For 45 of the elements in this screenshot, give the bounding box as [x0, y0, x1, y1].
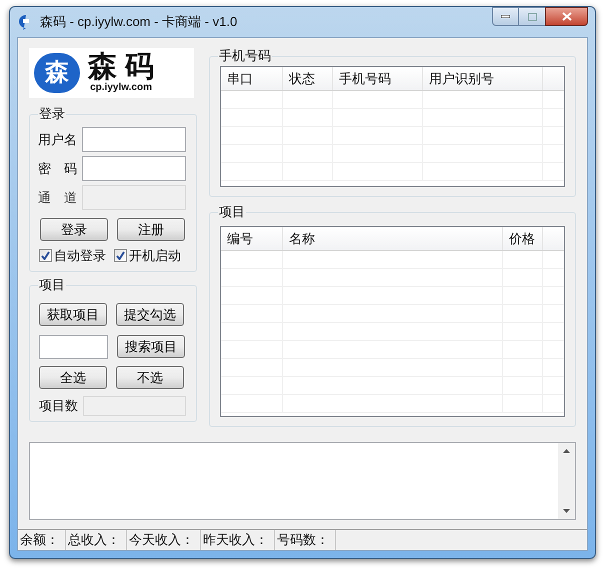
- push-button[interactable]: 注册: [117, 218, 185, 241]
- scroll-up-icon: [563, 449, 570, 453]
- field-label: 密 码: [38, 160, 78, 178]
- minimize-button[interactable]: [492, 7, 519, 26]
- column-header[interactable]: 手机号码: [333, 67, 423, 90]
- check-icon: [116, 251, 125, 260]
- status-field: 号码数：: [275, 530, 336, 550]
- field-label: 通 道: [38, 188, 78, 207]
- status-field: 余额：: [18, 530, 66, 550]
- push-button[interactable]: 提交勾选: [116, 303, 184, 326]
- status-field: 今天收入：: [127, 530, 201, 550]
- window-title: 森码 - cp.iyylw.com - 卡商端 - v1.0: [40, 13, 238, 32]
- scroll-down-icon: [563, 509, 570, 513]
- close-button[interactable]: [545, 7, 588, 26]
- column-header[interactable]: 价格: [503, 227, 543, 250]
- field-label: 用户名: [38, 130, 78, 149]
- push-button[interactable]: 搜索项目: [117, 335, 185, 358]
- check-icon: [41, 251, 50, 260]
- push-button[interactable]: 登录: [40, 218, 108, 241]
- logo-badge: 森: [34, 53, 80, 93]
- group-title: 登录: [38, 106, 66, 122]
- push-button[interactable]: 获取项目: [39, 303, 107, 326]
- column-header[interactable]: 编号: [221, 227, 283, 250]
- field-label: 项目数: [39, 397, 79, 416]
- column-header[interactable]: 用户识别号: [423, 67, 543, 90]
- checkbox[interactable]: 自动登录: [39, 246, 106, 266]
- close-icon: [562, 12, 572, 21]
- input-field[interactable]: [82, 156, 186, 181]
- group-title: 项目: [38, 277, 66, 293]
- checkbox[interactable]: 开机启动: [114, 246, 181, 266]
- logo-url: cp.iyylw.com: [90, 82, 152, 94]
- minimize-icon: [501, 15, 510, 18]
- column-header[interactable]: 名称: [283, 227, 503, 250]
- group-title: 手机号码: [218, 48, 272, 64]
- column-header[interactable]: 串口: [221, 67, 283, 90]
- input-field[interactable]: [82, 127, 186, 152]
- push-button[interactable]: 不选: [116, 366, 184, 389]
- group-title: 项目: [218, 204, 246, 220]
- status-field: 总收入：: [66, 530, 127, 550]
- logo-name: 森 码: [88, 52, 154, 82]
- status-field: 昨天收入：: [201, 530, 275, 550]
- search-field[interactable]: [39, 335, 108, 359]
- push-button[interactable]: 全选: [39, 366, 107, 389]
- column-header[interactable]: 状态: [283, 67, 333, 90]
- maximize-icon: [528, 12, 536, 20]
